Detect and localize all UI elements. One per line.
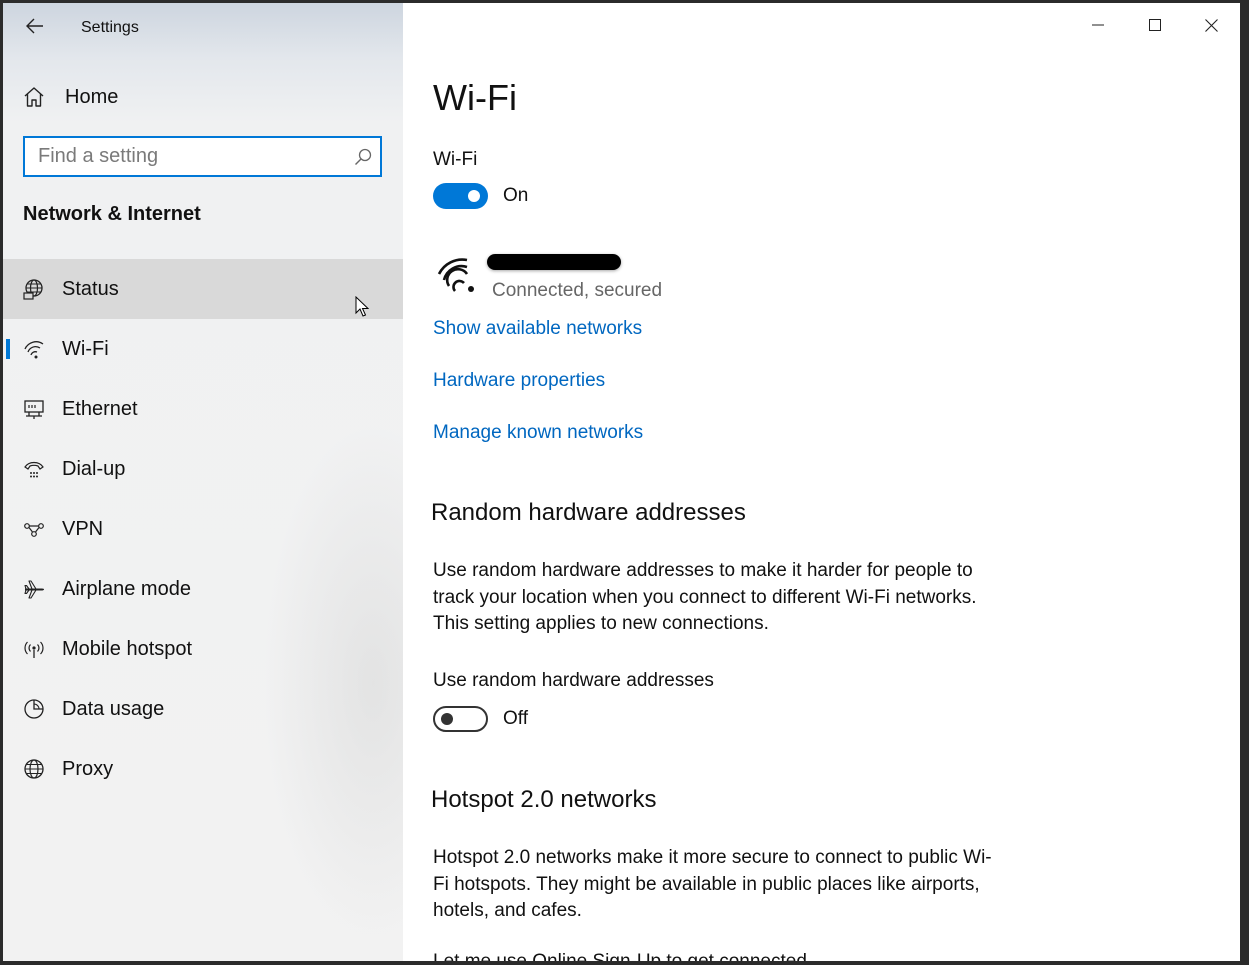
sidebar-nav: Status Wi-Fi Ethernet Dial-up VPN Airpla… — [3, 259, 403, 799]
close-button[interactable] — [1183, 3, 1240, 47]
maximize-button[interactable] — [1126, 3, 1183, 47]
wifi-toggle-row: On — [433, 183, 528, 209]
settings-window: Settings Home Network & Internet — [0, 0, 1249, 965]
mouse-cursor-icon — [355, 296, 370, 317]
home-label: Home — [65, 85, 119, 108]
toggle-knob — [441, 713, 453, 725]
sidebar-item-wifi[interactable]: Wi-Fi — [3, 319, 403, 379]
random-hw-description: Use random hardware addresses to make it… — [433, 560, 977, 634]
current-network[interactable]: Connected, secured — [437, 253, 697, 303]
sidebar-item-label: Data usage — [62, 697, 165, 720]
random-hw-toggle[interactable] — [433, 706, 488, 732]
home-icon — [24, 87, 44, 107]
search-icon[interactable] — [354, 148, 372, 166]
globe-icon — [23, 758, 45, 780]
random-hw-toggle-label: Use random hardware addresses — [433, 670, 714, 691]
show-available-networks-link[interactable]: Show available networks — [433, 318, 642, 340]
sidebar-item-proxy[interactable]: Proxy — [3, 739, 403, 799]
sidebar-item-vpn[interactable]: VPN — [3, 499, 403, 559]
dialup-icon — [23, 458, 45, 480]
ethernet-icon — [23, 398, 45, 420]
random-hw-heading: Random hardware addresses — [431, 499, 746, 526]
sidebar-item-label: Mobile hotspot — [62, 637, 193, 660]
back-button[interactable] — [17, 9, 53, 43]
sidebar-item-label: VPN — [62, 517, 104, 540]
sidebar-item-dialup[interactable]: Dial-up — [3, 439, 403, 499]
app-title: Settings — [81, 19, 139, 36]
page-title: Wi-Fi — [433, 77, 517, 118]
manage-known-networks-link[interactable]: Manage known networks — [433, 422, 643, 444]
sidebar-item-airplane[interactable]: Airplane mode — [3, 559, 403, 619]
sidebar-item-data-usage[interactable]: Data usage — [3, 679, 403, 739]
wifi-icon — [23, 338, 45, 360]
sidebar-item-home[interactable]: Home — [3, 77, 403, 117]
wifi-toggle-label: Wi-Fi — [433, 149, 478, 170]
section-title: Network & Internet — [23, 203, 201, 225]
wifi-signal-icon — [437, 258, 474, 292]
sidebar-item-label: Proxy — [62, 757, 114, 780]
hotspot-icon — [23, 638, 45, 660]
toggle-knob — [468, 190, 480, 202]
minimize-icon — [1091, 24, 1104, 26]
airplane-icon — [23, 578, 45, 600]
random-hw-toggle-state: Off — [503, 708, 528, 729]
sidebar-item-label: Wi-Fi — [62, 337, 109, 360]
main-content: Wi-Fi Wi-Fi On Connected, secured Show a… — [403, 3, 1240, 961]
hardware-properties-link[interactable]: Hardware properties — [433, 370, 605, 392]
sidebar-item-status[interactable]: Status — [3, 259, 403, 319]
wifi-toggle[interactable] — [433, 183, 488, 209]
window-controls — [1069, 3, 1240, 47]
vpn-icon — [23, 518, 45, 540]
random-hw-toggle-row: Off — [433, 706, 528, 732]
sidebar-item-label: Status — [62, 277, 119, 300]
sidebar-item-label: Ethernet — [62, 397, 138, 420]
minimize-button[interactable] — [1069, 3, 1126, 47]
back-arrow-icon — [26, 18, 43, 34]
hotspot20-heading: Hotspot 2.0 networks — [431, 786, 657, 813]
search-input[interactable] — [38, 145, 348, 168]
globe-status-icon — [23, 278, 45, 300]
sidebar-item-ethernet[interactable]: Ethernet — [3, 379, 403, 439]
online-signup-toggle-label: Let me use Online Sign-Up to get connect… — [433, 951, 807, 965]
data-usage-icon — [23, 698, 45, 720]
maximize-icon — [1148, 19, 1161, 31]
network-status: Connected, secured — [492, 280, 663, 301]
sidebar: Settings Home Network & Internet — [3, 3, 403, 961]
sidebar-item-label: Dial-up — [62, 457, 126, 480]
redacted-network-name — [487, 254, 621, 270]
sidebar-item-label: Airplane mode — [62, 577, 191, 600]
hotspot20-description: Hotspot 2.0 networks make it more secure… — [433, 847, 992, 921]
wifi-toggle-state: On — [503, 185, 529, 206]
sidebar-item-hotspot[interactable]: Mobile hotspot — [3, 619, 403, 679]
search-box[interactable] — [23, 136, 382, 177]
close-icon — [1205, 18, 1218, 32]
